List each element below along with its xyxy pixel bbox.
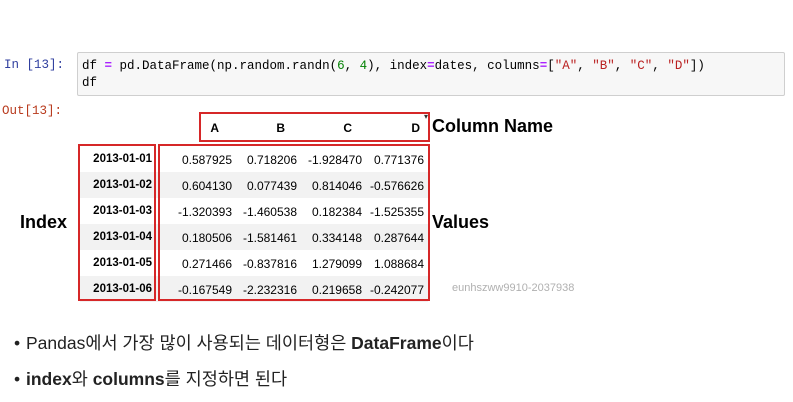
index-highlight-box <box>78 144 156 301</box>
index-label: Index <box>20 212 68 232</box>
output-prompt: Out[13]: <box>2 104 63 118</box>
bullet-dot-icon: • <box>14 369 21 389</box>
code-line-1: df = pd.DataFrame(np.random.randn(6, 4),… <box>82 59 705 73</box>
code-line-2: df <box>82 76 98 90</box>
code-cell[interactable]: df = pd.DataFrame(np.random.randn(6, 4),… <box>77 52 785 96</box>
input-prompt: In [13]: <box>4 58 65 72</box>
mouse-cursor-icon: ▾ <box>424 112 429 121</box>
values-label: Values <box>432 212 490 232</box>
column-name-label: Column Name <box>432 116 554 136</box>
bullet-item-2: • index와 columns를 지정하면 된다 <box>14 369 288 389</box>
column-name-highlight-box <box>199 112 430 142</box>
bullet-dot-icon: • <box>14 333 21 353</box>
bullet-item-1: • Pandas에서 가장 많이 사용되는 데이터형은 DataFrame이다 <box>14 333 474 353</box>
values-highlight-box <box>158 144 430 301</box>
watermark: eunhszww9910-2037938 <box>452 282 575 294</box>
